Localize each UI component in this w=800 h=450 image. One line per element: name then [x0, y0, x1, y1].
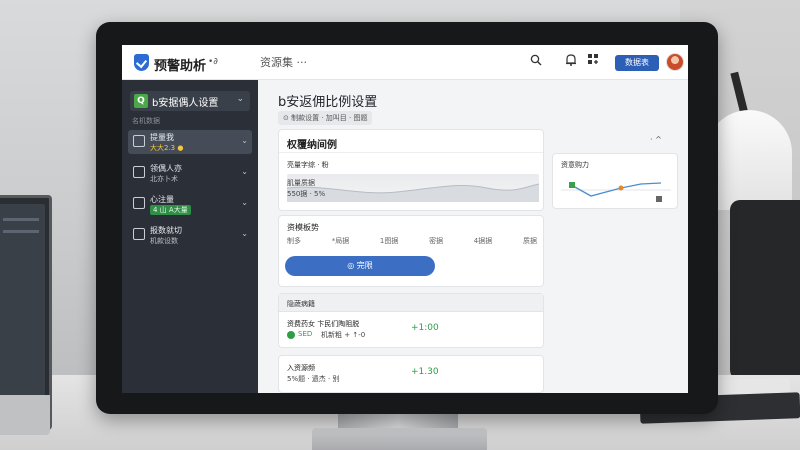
settings-form-card: 资模板势 制多 *局据 1图据 密据 4据据 质据 ◎ 完限	[278, 215, 544, 287]
primary-button[interactable]: 数据表	[615, 55, 659, 71]
sidebar-item-sub: 北亦卜术	[150, 175, 178, 183]
list-row-detail: 5%题 · 遗杰 · 别	[287, 375, 340, 383]
sidebar-item-sub: 大大2.3 ●	[150, 144, 184, 152]
office-chair	[730, 200, 800, 380]
sidebar-top-selector[interactable]: Q b安据偶人设置 ⌄	[130, 91, 250, 111]
sidebar-item-title: 领偶人亦	[150, 164, 182, 173]
sidebar-item-title: 提量我	[150, 133, 174, 142]
app-window: 预警助析 •∂ 资源集 ··· 数据表 Q b安据偶人设置 ⌄ 名机数据 提量我…	[122, 45, 688, 393]
sidebar-item-4[interactable]: 报数就切 机款设数 ⌄	[128, 223, 252, 247]
sidebar-item-title: 心注量	[150, 195, 174, 204]
list-row-value: +1:00	[411, 323, 439, 333]
chevron-down-icon: ⌄	[241, 198, 248, 207]
sidebar-item-3[interactable]: 心注量 4 山 A大量 ⌄	[128, 192, 252, 216]
search-icon[interactable]	[527, 53, 545, 71]
tab-6[interactable]: 质据	[523, 236, 537, 246]
divider	[279, 152, 543, 153]
sidebar-item-title: 报数就切	[150, 226, 182, 235]
tab-5[interactable]: 4据据	[474, 236, 492, 246]
shield-logo-icon	[134, 54, 149, 71]
sidebar-top-label: b安据偶人设置	[152, 98, 219, 109]
chevron-down-icon: ⌄	[241, 167, 248, 176]
summary-card-title: 权覆纳间例	[287, 140, 337, 151]
tab-2[interactable]: *局据	[332, 236, 350, 246]
desk-lamp-head	[706, 110, 792, 210]
list-row-title: 入资源频	[287, 364, 315, 372]
summary-stat-2: 550据 · 5%	[287, 190, 326, 198]
bell-icon[interactable]	[562, 53, 580, 71]
side-line-chart	[561, 182, 671, 202]
grid-icon[interactable]	[584, 53, 602, 71]
list-row-value: +1.30	[411, 367, 439, 377]
monitor-foot	[312, 428, 487, 450]
sidebar-section-label: 名机数据	[132, 117, 160, 125]
sidebar-item-1[interactable]: 提量我 大大2.3 ● ⌄	[128, 130, 252, 154]
summary-card-subtitle: 亮量字综 · 粉	[287, 161, 329, 169]
settings-icon	[133, 228, 145, 240]
summary-card: 权覆纳间例 亮量字综 · 粉 肌量质据 550据 · 5%	[278, 129, 544, 211]
status-badge: SED	[298, 330, 313, 338]
sidebar-item-badge: 4 山 A大量	[150, 205, 191, 215]
form-title: 资模板势	[287, 223, 319, 232]
summary-stat-1: 肌量质据	[287, 179, 315, 187]
status-dot-icon	[287, 331, 295, 339]
chevron-down-icon: ⌄	[241, 229, 248, 238]
avatar[interactable]	[666, 53, 684, 71]
list-header: 隐蔬病籍	[279, 294, 543, 312]
sidebar-item-2[interactable]: 领偶人亦 北亦卜术 ⌄	[128, 161, 252, 185]
laptop-screen	[0, 204, 45, 397]
app-title: 预警助析	[154, 59, 207, 74]
app-menu[interactable]: 资源集 ···	[260, 54, 307, 70]
top-bar: 预警助析 •∂ 资源集 ··· 数据表	[122, 45, 688, 80]
side-card: 资意购力	[552, 153, 678, 209]
app-subtitle: •∂	[208, 57, 218, 67]
tab-4[interactable]: 密据	[429, 236, 443, 246]
breadcrumb[interactable]: ⊙ 制款设置 · 加叫目 · 图题	[278, 111, 373, 125]
list-row-detail: 机新粗 + ↑-0	[321, 331, 366, 339]
list-item[interactable]: 入资源频 5%题 · 遗杰 · 别 +1.30	[278, 355, 544, 393]
sidebar: Q b安据偶人设置 ⌄ 名机数据 提量我 大大2.3 ● ⌄ 领偶人亦 北亦卜术…	[122, 80, 258, 393]
page-title: b安返佣比例设置	[278, 95, 378, 110]
tab-1[interactable]: 制多	[287, 236, 301, 246]
chevron-down-icon: ⌄	[241, 136, 248, 145]
list-row-title: 资费药女 卞民们陶阻脱	[287, 320, 360, 328]
laptop-base	[0, 395, 50, 435]
list-header-label: 隐蔬病籍	[287, 300, 315, 308]
list-card: 隐蔬病籍 资费药女 卞民们陶阻脱 SED 机新粗 + ↑-0 +1:00	[278, 293, 544, 348]
side-card-title: 资意购力	[561, 161, 589, 169]
users-icon	[133, 197, 145, 209]
sidebar-item-sub: 机款设数	[150, 237, 178, 245]
collapse-toggle[interactable]: · ^	[650, 135, 662, 144]
folder-icon	[133, 135, 145, 147]
sidebar-top-icon: Q	[134, 94, 148, 108]
tab-3[interactable]: 1图据	[380, 236, 398, 246]
chevron-down-icon: ⌄	[236, 94, 244, 104]
form-tabs: 制多 *局据 1图据 密据 4据据 质据	[287, 236, 537, 246]
list-icon	[133, 166, 145, 178]
submit-button[interactable]: ◎ 完限	[285, 256, 435, 276]
